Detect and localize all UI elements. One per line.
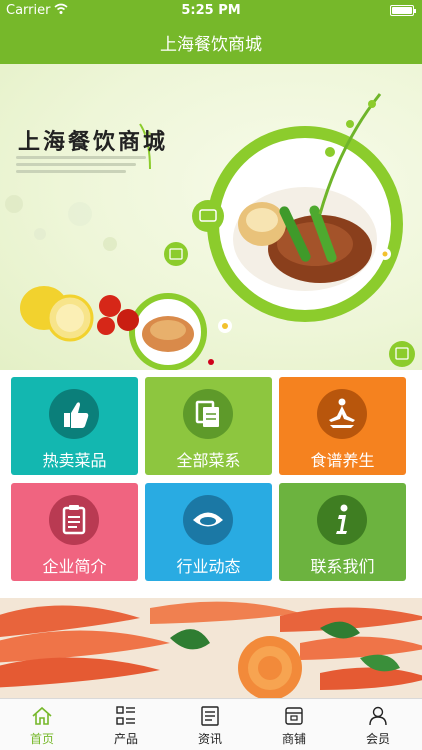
tile-label: 行业动态 bbox=[176, 557, 241, 576]
battery-icon bbox=[390, 5, 416, 16]
tab-shops[interactable]: 商铺 bbox=[252, 699, 336, 750]
clipboard-icon bbox=[49, 495, 99, 545]
tile-label: 热卖菜品 bbox=[42, 451, 107, 470]
home-icon bbox=[32, 706, 52, 725]
tab-products[interactable]: 产品 bbox=[84, 699, 168, 750]
clock: 5:25 PM bbox=[181, 3, 241, 18]
tile-label: 食谱养生 bbox=[310, 451, 375, 470]
user-icon bbox=[369, 706, 387, 726]
tab-member[interactable]: 会员 bbox=[336, 699, 420, 750]
tile-label: 联系我们 bbox=[310, 557, 375, 576]
carousel-dot-active[interactable] bbox=[208, 359, 214, 365]
promo-image-shrimp[interactable] bbox=[0, 598, 422, 698]
banner-carousel[interactable]: 上海餐饮商城 bbox=[0, 64, 422, 370]
app-header: Carrier 5:25 PM 上海餐饮商城 bbox=[0, 0, 422, 64]
tile-hot-dishes[interactable]: 热卖菜品 bbox=[11, 377, 138, 475]
menu-grid: 热卖菜品 全部菜系 食谱养生 企业简介 行业动态 联系我们 bbox=[11, 377, 411, 581]
tile-label: 全部菜系 bbox=[176, 451, 241, 470]
documents-icon bbox=[183, 389, 233, 439]
grid-list-icon bbox=[116, 706, 135, 725]
tab-bar: 首页 产品 资讯 商铺 会员 bbox=[0, 698, 422, 750]
tile-health-recipes[interactable]: 食谱养生 bbox=[279, 377, 406, 475]
info-icon bbox=[317, 495, 367, 545]
tile-label: 企业简介 bbox=[42, 557, 107, 576]
meditation-icon bbox=[317, 389, 367, 439]
tab-label: 商铺 bbox=[281, 732, 306, 746]
shrimp-artwork bbox=[0, 598, 422, 698]
status-bar: Carrier 5:25 PM bbox=[0, 0, 422, 22]
store-icon bbox=[285, 707, 303, 725]
tab-label: 首页 bbox=[29, 732, 54, 746]
banner-headline: 上海餐饮商城 bbox=[18, 129, 169, 155]
thumbs-up-icon bbox=[49, 389, 99, 439]
carousel-indicator[interactable] bbox=[0, 350, 422, 369]
tile-contact-us[interactable]: 联系我们 bbox=[279, 483, 406, 581]
banner-artwork bbox=[5, 93, 415, 370]
banner-fine-print bbox=[16, 156, 156, 186]
eye-icon bbox=[183, 495, 233, 545]
tile-all-cuisines[interactable]: 全部菜系 bbox=[145, 377, 272, 475]
tab-news[interactable]: 资讯 bbox=[168, 699, 252, 750]
tile-company-intro[interactable]: 企业简介 bbox=[11, 483, 138, 581]
news-icon bbox=[201, 706, 219, 726]
tile-industry-news[interactable]: 行业动态 bbox=[145, 483, 272, 581]
tab-label: 会员 bbox=[365, 732, 390, 746]
tab-label: 产品 bbox=[113, 732, 138, 746]
tab-label: 资讯 bbox=[197, 732, 222, 746]
page-title: 上海餐饮商城 bbox=[160, 35, 262, 55]
tab-home[interactable]: 首页 bbox=[0, 699, 84, 750]
